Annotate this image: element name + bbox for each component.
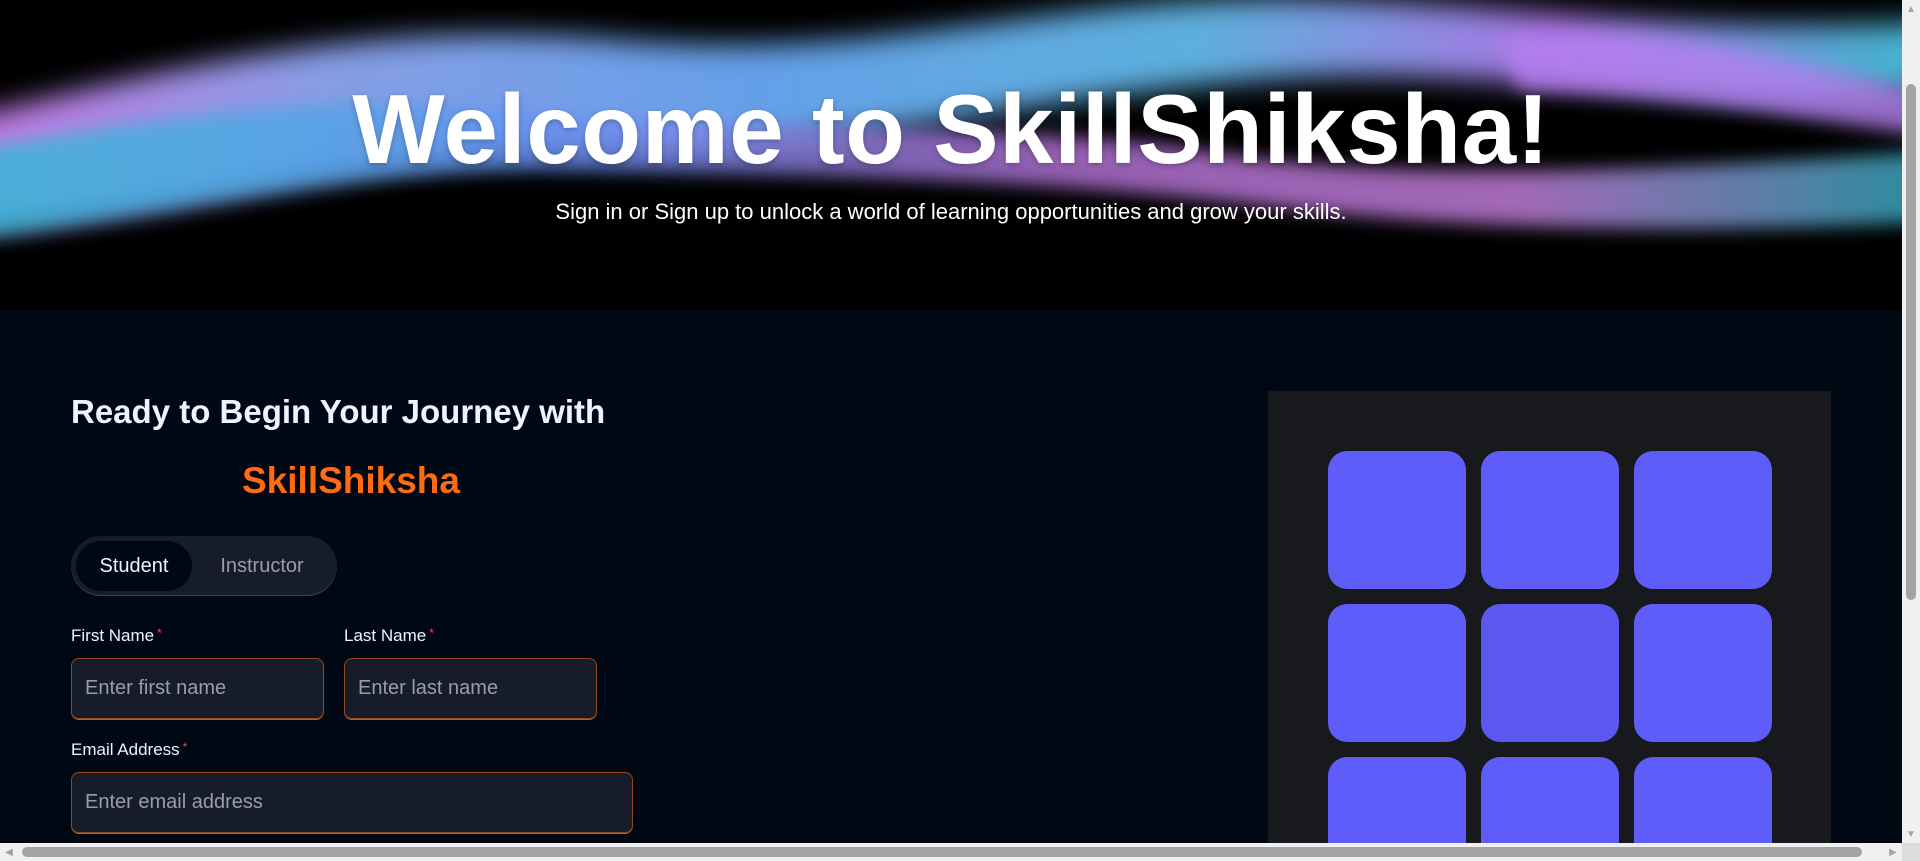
scroll-right-arrow-icon[interactable]: ▶ xyxy=(1884,843,1902,861)
last-name-label-text: Last Name xyxy=(344,626,427,645)
grid-tile xyxy=(1481,604,1619,742)
role-toggle: Student Instructor xyxy=(71,536,337,596)
grid-tile xyxy=(1328,451,1466,589)
first-name-label-text: First Name xyxy=(71,626,155,645)
email-input[interactable] xyxy=(71,772,633,834)
grid-tile xyxy=(1328,604,1466,742)
hero-title: Welcome to SkillShiksha! xyxy=(352,74,1550,184)
grid-tile xyxy=(1634,451,1772,589)
required-asterisk: * xyxy=(157,626,162,640)
horizontal-scroll-thumb[interactable] xyxy=(22,847,1862,857)
tile-grid-panel xyxy=(1268,391,1831,861)
horizontal-scrollbar[interactable]: ◀ ▶ xyxy=(0,843,1902,861)
vertical-scrollbar[interactable]: ▲ ▼ xyxy=(1902,0,1920,843)
vertical-scroll-thumb[interactable] xyxy=(1906,84,1916,600)
first-name-label: First Name * xyxy=(71,626,162,646)
grid-tile xyxy=(1481,451,1619,589)
scroll-up-arrow-icon[interactable]: ▲ xyxy=(1902,0,1920,18)
email-label: Email Address * xyxy=(71,740,187,760)
first-name-input[interactable] xyxy=(71,658,324,720)
page: Welcome to SkillShiksha! Sign in or Sign… xyxy=(0,0,1920,861)
signup-section: Ready to Begin Your Journey with SkillSh… xyxy=(0,310,1902,861)
email-label-text: Email Address xyxy=(71,740,180,759)
required-asterisk: * xyxy=(429,626,434,640)
role-tab-instructor[interactable]: Instructor xyxy=(192,541,332,591)
scroll-down-arrow-icon[interactable]: ▼ xyxy=(1902,825,1920,843)
required-asterisk: * xyxy=(182,740,188,754)
last-name-label: Last Name * xyxy=(344,626,434,646)
role-tab-student[interactable]: Student xyxy=(76,541,192,591)
scrollbar-corner xyxy=(1902,843,1920,861)
last-name-input[interactable] xyxy=(344,658,597,720)
scroll-left-arrow-icon[interactable]: ◀ xyxy=(0,843,18,861)
grid-tile xyxy=(1634,604,1772,742)
hero-subtitle: Sign in or Sign up to unlock a world of … xyxy=(555,199,1347,224)
brand-name: SkillShiksha xyxy=(242,460,460,501)
form-heading: Ready to Begin Your Journey with xyxy=(71,393,606,430)
hero-banner: Welcome to SkillShiksha! Sign in or Sign… xyxy=(0,0,1902,310)
